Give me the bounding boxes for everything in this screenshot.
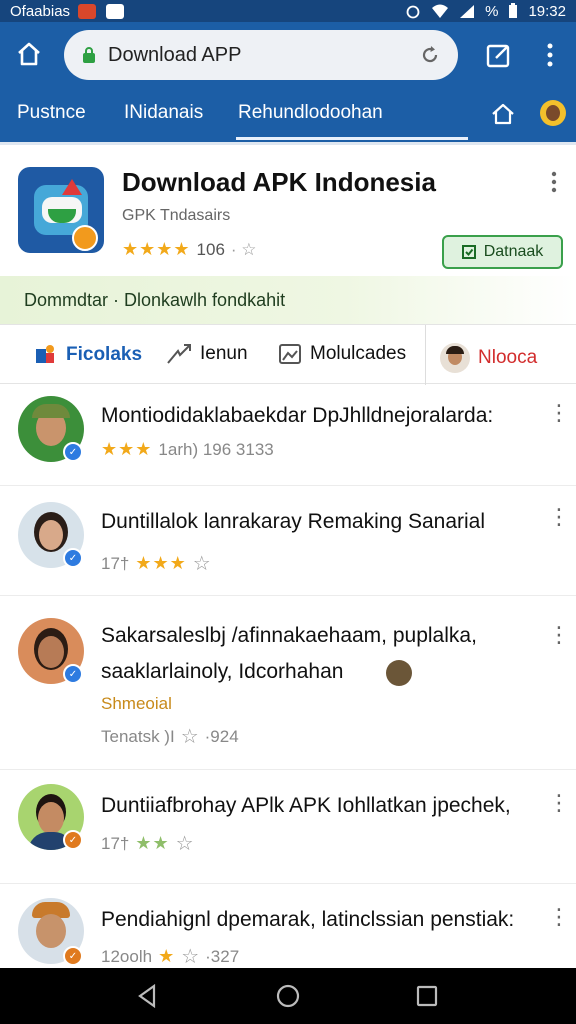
app-icon (18, 167, 104, 253)
review-item[interactable]: ✓ Montiodidaklabaekdar DpJhlldnejoralard… (0, 384, 576, 486)
quick-action-label: Nlooca (478, 347, 538, 368)
divider (425, 325, 426, 385)
emoji-icon (386, 660, 412, 686)
image-icon (279, 344, 301, 364)
quick-actions-bar: Ficolaks Ienun Molulcades Nlooca (0, 324, 576, 385)
review-stars: ★ (158, 946, 176, 966)
review-item[interactable]: ✓ Pendiahignl dpemarak, latinclssian pen… (0, 884, 576, 968)
download-icon (461, 245, 476, 259)
review-meta-text: 17† (101, 833, 130, 853)
review-menu-icon[interactable]: ⋮ (548, 506, 570, 528)
review-meta: Tenatsk )I ☆ ·924 (101, 724, 239, 749)
tab-item[interactable]: Pustnce (17, 102, 86, 124)
user-avatar-small (440, 343, 470, 373)
signal-icon (460, 4, 475, 18)
carrier-label: Ofaabias (10, 2, 71, 20)
alarm-icon (406, 5, 420, 19)
quick-action-label: Ienun (200, 343, 248, 364)
home-outline-icon[interactable] (490, 102, 516, 126)
empty-star-icon: ☆ (180, 726, 199, 748)
review-stars: ★★★ (135, 553, 187, 573)
clock: 19:32 (528, 2, 566, 20)
app-rating: ★★★★ 106 · ☆ (122, 239, 257, 260)
lock-icon (83, 47, 95, 63)
review-meta-text: 12oolh (101, 946, 153, 966)
review-menu-icon[interactable]: ⋮ (548, 792, 570, 814)
app-title: Download APK Indonesia (122, 167, 436, 197)
empty-star-icon: ☆ (192, 553, 211, 575)
review-text: Duntillalok lanrakaray Remaking Sanarial (101, 510, 486, 533)
profile-avatar[interactable] (540, 100, 566, 126)
review-meta-text: Tenatsk )I (101, 726, 175, 746)
empty-star-icon: ☆ (175, 833, 194, 855)
verified-badge: ✓ (63, 442, 83, 462)
home-icon[interactable] (16, 42, 42, 66)
rating-stars: ★★★★ (122, 239, 191, 259)
review-meta: ★★★ 1arh) 196 3133 (101, 439, 274, 460)
review-meta: 12oolh ★ ☆ ·327 (101, 944, 239, 969)
verified-badge: ✓ (63, 664, 83, 684)
category-tabs: Pustnce INidanais Rehundlodoohan (0, 88, 576, 142)
review-meta-text-2: ·924 (204, 726, 239, 746)
empty-star-icon: · ☆ (230, 239, 257, 259)
recents-icon[interactable] (416, 985, 438, 1007)
download-label: Datnaak (483, 243, 544, 260)
review-item[interactable]: ✓ Sakarsaleslbj /afinnakaehaam, puplalka… (0, 596, 576, 770)
puzzle-icon (36, 345, 54, 363)
review-menu-icon[interactable]: ⋮ (548, 402, 570, 424)
review-meta-text: 17† (101, 553, 130, 573)
status-bar: Ofaabias % 19:32 (0, 0, 576, 22)
battery-icon (509, 3, 518, 18)
app-subtitle: GPK Tndasairs (122, 207, 231, 224)
notification-app-icon (78, 3, 97, 19)
url-text: Download APP (108, 43, 242, 66)
browser-toolbar: Download APP (0, 22, 576, 88)
review-item[interactable]: ✓ Duntiiafbrohay APlk APK Iohllatkan jpe… (0, 770, 576, 884)
active-tab-indicator (236, 137, 468, 140)
quick-action-nlooca[interactable]: Nlooca (440, 343, 537, 373)
wifi-icon (432, 4, 449, 18)
info-banner: Dommdtar · Dlonkawlh fondkahit (0, 276, 576, 324)
share-icon (167, 344, 191, 364)
home-circle-icon[interactable] (276, 984, 300, 1008)
rating-count: 106 (196, 239, 225, 259)
verified-badge: ✓ (63, 830, 83, 850)
verified-badge: ✓ (63, 946, 83, 966)
verified-badge: ✓ (63, 548, 83, 568)
notification-app-icon (106, 3, 125, 19)
review-text: Duntiiafbrohay APlk APK Iohllatkan jpech… (101, 794, 511, 817)
review-text: Pendiahignl dpemarak, latinclssian penst… (101, 908, 515, 931)
back-icon[interactable] (136, 984, 158, 1008)
review-text: Sakarsaleslbj /afinnakaehaam, puplalka, … (101, 624, 477, 683)
app-menu-icon[interactable] (550, 171, 558, 193)
overflow-menu-icon[interactable] (546, 43, 554, 67)
review-meta: 17† ★★ ☆ (101, 831, 194, 856)
quick-action-ficolaks[interactable]: Ficolaks (34, 343, 142, 367)
tab-item-active[interactable]: Rehundlodoohan (238, 102, 383, 124)
banner-text: Dommdtar · Dlonkawlh fondkahit (24, 289, 286, 310)
review-stars: ★★ (135, 833, 170, 853)
review-meta-text: 1arh) 196 3133 (158, 439, 274, 459)
review-meta-text-2: ·327 (205, 946, 240, 966)
tabs-icon[interactable] (486, 42, 512, 68)
review-text: Montiodidaklabaekdar DpJhlldnejoralarda: (101, 404, 494, 427)
empty-star-icon: ☆ (181, 946, 200, 968)
review-item[interactable]: ✓ Duntillalok lanrakaray Remaking Sanari… (0, 486, 576, 596)
download-button[interactable]: Datnaak (442, 235, 563, 269)
reload-icon[interactable] (420, 45, 440, 65)
address-bar[interactable]: Download APP (64, 30, 458, 80)
review-menu-icon[interactable]: ⋮ (548, 906, 570, 928)
tab-item[interactable]: INidanais (124, 102, 203, 124)
review-menu-icon[interactable]: ⋮ (548, 624, 570, 646)
quick-action-ienun[interactable]: Ienun (166, 343, 248, 365)
battery-percent: % (485, 2, 499, 20)
quick-action-molulcades[interactable]: Molulcades (278, 343, 406, 365)
quick-action-label: Ficolaks (66, 344, 143, 365)
quick-action-label: Molulcades (310, 343, 407, 364)
review-stars: ★★★ (101, 439, 153, 459)
review-tag: Shmeoial (101, 694, 172, 713)
app-header-card: Download APK Indonesia GPK Tndasairs ★★★… (0, 142, 576, 276)
review-meta: 17† ★★★ ☆ (101, 551, 211, 576)
system-nav-bar (0, 968, 576, 1024)
